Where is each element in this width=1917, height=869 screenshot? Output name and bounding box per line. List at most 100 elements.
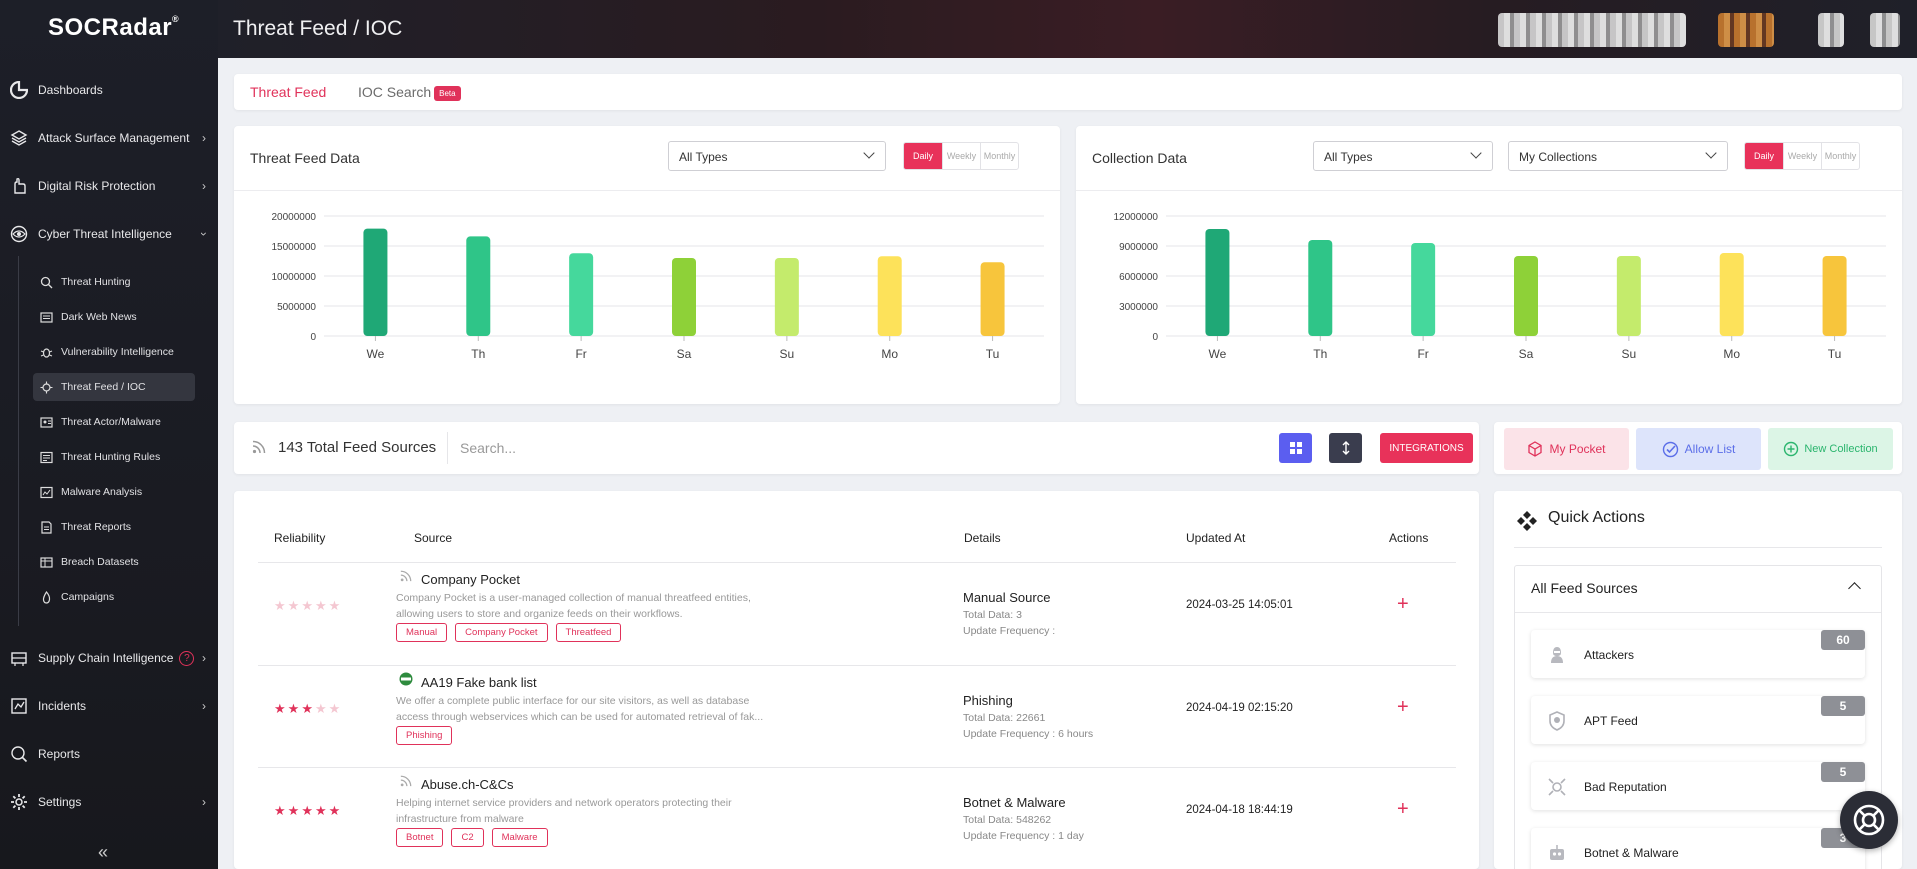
subnav-malware-analysis[interactable]: Malware Analysis <box>33 478 195 506</box>
grid-view-button[interactable] <box>1279 433 1312 463</box>
source-name[interactable]: Abuse.ch-C&Cs <box>421 777 513 792</box>
star-empty-icon: ★ <box>328 701 343 716</box>
total-data: Total Data: 3 <box>963 609 1022 621</box>
search-input[interactable] <box>460 434 960 462</box>
type-select[interactable]: All Types <box>668 141 886 171</box>
period-monthly[interactable]: Monthly <box>1821 143 1859 169</box>
bar[interactable] <box>1411 243 1436 336</box>
notification-icon[interactable] <box>1818 13 1844 47</box>
help-badge-icon[interactable]: ? <box>179 650 195 666</box>
user-avatar[interactable] <box>1870 13 1900 47</box>
detail-meta: Total Data: 3 Update Frequency : <box>963 607 1055 639</box>
y-tick-label: 5000000 <box>277 302 316 313</box>
bar[interactable] <box>1308 240 1333 336</box>
account-selector[interactable] <box>1498 13 1686 47</box>
subnav-vulnerability-intelligence[interactable]: Vulnerability Intelligence <box>33 338 195 366</box>
bar[interactable] <box>1205 229 1230 336</box>
subnav-threat-hunting[interactable]: Threat Hunting <box>33 268 195 296</box>
bar[interactable] <box>877 256 902 336</box>
bar[interactable] <box>1514 256 1538 336</box>
tag[interactable]: Manual <box>396 623 448 642</box>
divider <box>447 432 448 464</box>
sidebar-item-settings[interactable]: Settings › <box>0 782 218 822</box>
collection-data-panel: Collection Data All Types My Collections… <box>1076 126 1902 404</box>
tag[interactable]: Malware <box>491 828 548 847</box>
my-pocket-button[interactable]: My Pocket <box>1504 428 1629 470</box>
bar[interactable] <box>466 236 491 336</box>
sidebar-item-incidents[interactable]: Incidents › <box>0 686 218 726</box>
company-selector[interactable] <box>1718 13 1774 47</box>
subnav-campaigns[interactable]: Campaigns <box>33 583 195 611</box>
sidebar-item-reports[interactable]: Reports <box>0 734 218 774</box>
tag-list: Botnet C2 Malware <box>396 828 548 847</box>
bar[interactable] <box>774 258 799 336</box>
sidebar-item-supply-chain[interactable]: Supply Chain Intelligence ? › <box>0 638 218 678</box>
source-name[interactable]: Company Pocket <box>421 572 520 587</box>
newspaper-icon <box>39 310 53 324</box>
subnav-threat-reports[interactable]: Threat Reports <box>33 513 195 541</box>
chevron-up-icon[interactable] <box>1848 582 1861 595</box>
tag[interactable]: Company Pocket <box>455 623 548 642</box>
feed-category-attackers[interactable]: Attackers 60 <box>1531 630 1865 678</box>
period-monthly[interactable]: Monthly <box>980 143 1018 169</box>
tag[interactable]: Threatfeed <box>555 623 622 642</box>
accordion-title[interactable]: All Feed Sources <box>1531 580 1638 596</box>
table-row[interactable]: ★★★★★ Company Pocket Company Pocket is a… <box>234 563 1479 665</box>
subnav-breach-datasets[interactable]: Breach Datasets <box>33 548 195 576</box>
bar[interactable] <box>672 258 696 336</box>
sidebar-item-cyber-threat-intelligence[interactable]: Cyber Threat Intelligence › <box>0 214 218 254</box>
updated-at: 2024-03-25 14:05:01 <box>1186 599 1293 611</box>
add-button[interactable]: + <box>1397 696 1409 719</box>
add-button[interactable]: + <box>1397 593 1409 616</box>
allow-list-button[interactable]: Allow List <box>1636 428 1761 470</box>
bar[interactable] <box>363 228 388 336</box>
feed-category-bad-reputation[interactable]: Bad Reputation 5 <box>1531 762 1865 810</box>
sidebar-item-digital-risk[interactable]: Digital Risk Protection › <box>0 166 218 206</box>
bar[interactable] <box>980 262 1005 336</box>
subnav-threat-feed-ioc[interactable]: Threat Feed / IOC <box>33 373 195 401</box>
period-daily[interactable]: Daily <box>904 143 942 169</box>
sidebar-item-dashboards[interactable]: Dashboards <box>0 70 218 110</box>
feed-category-botnet-malware[interactable]: Botnet & Malware 3 <box>1531 828 1865 869</box>
add-button[interactable]: + <box>1397 798 1409 821</box>
sidebar-item-label: Settings <box>38 795 82 809</box>
feed-category-apt[interactable]: APT Feed 5 <box>1531 696 1865 744</box>
sidebar-item-label: Incidents <box>38 699 87 713</box>
column-header-updated-at[interactable]: Updated At <box>1186 531 1245 545</box>
column-header-reliability[interactable]: Reliability <box>274 531 325 545</box>
subnav-dark-web-news[interactable]: Dark Web News <box>33 303 195 331</box>
bar[interactable] <box>569 253 594 336</box>
table-row[interactable]: ★★★★★ AA19 Fake bank list We offer a com… <box>234 666 1479 768</box>
column-header-source[interactable]: Source <box>414 531 452 545</box>
subnav-threat-actor-malware[interactable]: Threat Actor/Malware <box>33 408 195 436</box>
tag[interactable]: C2 <box>451 828 484 847</box>
x-tick-label: Su <box>780 347 795 361</box>
table-row[interactable]: ★★★★★ Abuse.ch-C&Cs Helping internet ser… <box>234 768 1479 869</box>
count-badge: 5 <box>1821 696 1865 716</box>
updated-at: 2024-04-18 18:44:19 <box>1186 804 1293 816</box>
x-tick-label: Tu <box>986 347 1000 361</box>
collection-select[interactable]: My Collections <box>1508 141 1728 171</box>
sidebar-item-attack-surface[interactable]: Attack Surface Management › <box>0 118 218 158</box>
sort-button[interactable] <box>1329 433 1362 463</box>
period-weekly[interactable]: Weekly <box>942 143 980 169</box>
bar[interactable] <box>1822 256 1847 336</box>
period-daily[interactable]: Daily <box>1745 143 1783 169</box>
tab-ioc-search[interactable]: IOC Search Beta <box>358 84 461 101</box>
column-header-details[interactable]: Details <box>964 531 1001 545</box>
integrations-button[interactable]: INTEGRATIONS <box>1380 433 1473 463</box>
source-name[interactable]: AA19 Fake bank list <box>421 675 537 690</box>
period-weekly[interactable]: Weekly <box>1783 143 1821 169</box>
tag[interactable]: Phishing <box>396 726 453 745</box>
bar[interactable] <box>1719 253 1744 336</box>
socradar-logo[interactable]: SOCRadar® <box>48 14 179 42</box>
tag[interactable]: Botnet <box>396 828 444 847</box>
source-description: We offer a complete public interface for… <box>396 693 796 725</box>
tab-threat-feed[interactable]: Threat Feed <box>250 84 326 100</box>
collapse-sidebar-icon[interactable]: « <box>98 842 108 863</box>
subnav-threat-hunting-rules[interactable]: Threat Hunting Rules <box>33 443 195 471</box>
type-select[interactable]: All Types <box>1313 141 1493 171</box>
bar[interactable] <box>1616 256 1641 336</box>
help-lifebuoy-button[interactable] <box>1840 791 1898 849</box>
new-collection-button[interactable]: New Collection <box>1768 428 1893 470</box>
